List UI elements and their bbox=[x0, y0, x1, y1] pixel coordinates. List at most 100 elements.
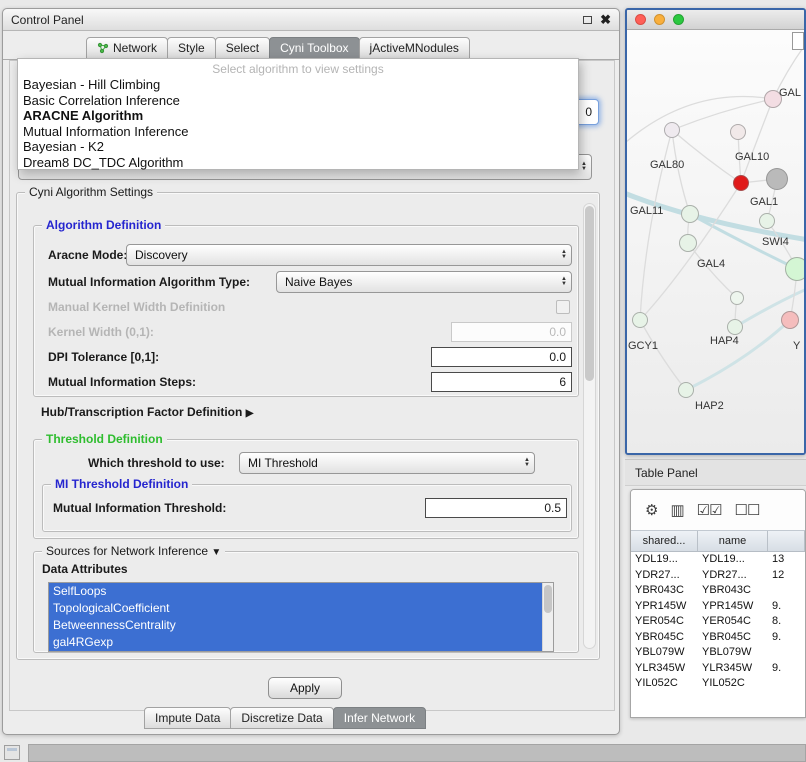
tab-network[interactable]: Network bbox=[86, 37, 168, 59]
network-edge bbox=[640, 320, 686, 390]
apply-button[interactable]: Apply bbox=[268, 677, 342, 699]
tab-cyni-toolbox[interactable]: Cyni Toolbox bbox=[269, 37, 359, 59]
algorithm-dropdown-list: Bayesian - Hill ClimbingBasic Correlatio… bbox=[18, 77, 578, 170]
window-close-button[interactable]: ✖ bbox=[600, 15, 611, 25]
tab-impute-data-label: Impute Data bbox=[155, 708, 220, 728]
table-cell: YER054C bbox=[631, 614, 698, 630]
algorithm-option[interactable]: Bayesian - K2 bbox=[18, 139, 578, 155]
network-node[interactable] bbox=[664, 122, 680, 138]
table-cell: YDL19... bbox=[698, 552, 768, 568]
tab-jactivemnodules-label: jActiveMNodules bbox=[370, 38, 459, 58]
table-row[interactable]: YPR145WYPR145W9. bbox=[631, 599, 805, 615]
attributes-scrollbar-thumb[interactable] bbox=[544, 585, 552, 613]
network-node[interactable] bbox=[679, 234, 697, 252]
network-window-titlebar bbox=[627, 10, 804, 30]
network-node[interactable] bbox=[759, 213, 775, 229]
tab-jactivemnodules[interactable]: jActiveMNodules bbox=[359, 37, 470, 59]
network-node[interactable] bbox=[678, 382, 694, 398]
table-toolbar: ⚙ ▥ ☑☑ ☐☐ bbox=[631, 490, 805, 530]
attributes-scrollbar[interactable] bbox=[542, 583, 553, 651]
mi-threshold-field[interactable]: 0.5 bbox=[425, 498, 567, 518]
table-panel-window: ⚙ ▥ ☑☑ ☐☐ shared... name YDL19...YDL19...13… bbox=[630, 489, 806, 718]
algorithm-option[interactable]: ARACNE Algorithm bbox=[18, 108, 578, 124]
column-header-name[interactable]: name bbox=[698, 531, 768, 551]
manual-kernel-checkbox[interactable] bbox=[556, 300, 570, 314]
network-node[interactable] bbox=[727, 319, 743, 335]
mi-steps-field[interactable]: 6 bbox=[431, 372, 572, 392]
network-node-label: HAP4 bbox=[710, 335, 739, 347]
table-cell bbox=[768, 583, 805, 599]
table-row[interactable]: YBR045CYBR045C9. bbox=[631, 630, 805, 646]
table-cell: YPR145W bbox=[631, 599, 698, 615]
column-header-shared[interactable]: shared... bbox=[631, 531, 698, 551]
network-node[interactable] bbox=[632, 312, 648, 328]
network-node[interactable] bbox=[766, 168, 788, 190]
table-row[interactable]: YIL052CYIL052C bbox=[631, 676, 805, 692]
data-attribute-item[interactable]: TopologicalCoefficient bbox=[49, 600, 542, 617]
algorithm-option[interactable]: Dream8 DC_TDC Algorithm bbox=[18, 155, 578, 171]
network-node-label: GAL80 bbox=[650, 159, 684, 171]
table-cell: 9. bbox=[768, 599, 805, 615]
settings-scrollbar[interactable] bbox=[583, 203, 596, 649]
table-row[interactable]: YBL079WYBL079W bbox=[631, 645, 805, 661]
table-row[interactable]: YDR27...YDR27...12 bbox=[631, 568, 805, 584]
algorithm-option[interactable]: Mutual Information Inference bbox=[18, 124, 578, 140]
table-cell: 12 bbox=[768, 568, 805, 584]
window-title: Control Panel bbox=[11, 13, 84, 27]
which-threshold-combo[interactable]: MI Threshold ▲▼ bbox=[239, 452, 535, 474]
column-header-extra[interactable] bbox=[768, 531, 805, 551]
table-row[interactable]: YDL19...YDL19...13 bbox=[631, 552, 805, 568]
mac-close-button[interactable] bbox=[635, 14, 646, 25]
table-cell: 13 bbox=[768, 552, 805, 568]
tab-impute-data[interactable]: Impute Data bbox=[144, 707, 231, 729]
mi-algo-type-combo[interactable]: Naive Bayes ▲▼ bbox=[276, 271, 572, 293]
table-row[interactable]: YLR345WYLR345W9. bbox=[631, 661, 805, 677]
gear-icon[interactable]: ⚙ bbox=[645, 501, 657, 519]
control-panel-window: Control Panel ✖ Network Style Select Cyn… bbox=[2, 8, 620, 735]
aracne-mode-combo[interactable]: Discovery ▲▼ bbox=[126, 244, 572, 266]
table-row[interactable]: YBR043CYBR043C bbox=[631, 583, 805, 599]
tab-select[interactable]: Select bbox=[215, 37, 270, 59]
mi-steps-label: Mutual Information Steps: bbox=[48, 371, 196, 393]
tab-discretize-data[interactable]: Discretize Data bbox=[230, 707, 333, 729]
table-cell: YLR345W bbox=[631, 661, 698, 677]
cyni-algorithm-settings-group: Cyni Algorithm Settings Algorithm Defini… bbox=[16, 192, 600, 660]
network-node-label: GAL10 bbox=[735, 151, 769, 163]
mac-zoom-button[interactable] bbox=[673, 14, 684, 25]
data-attribute-item[interactable]: gal4RGexp bbox=[49, 634, 542, 651]
hub-section-toggle[interactable]: Hub/Transcription Factor Definition ▶ bbox=[41, 401, 253, 423]
deselect-all-icon[interactable]: ☐☐ bbox=[735, 501, 760, 519]
combo-stepper-icon: ▲▼ bbox=[555, 277, 567, 287]
network-node[interactable] bbox=[785, 257, 804, 281]
settings-scrollbar-thumb[interactable] bbox=[585, 206, 594, 381]
window-restore-button[interactable] bbox=[583, 16, 592, 24]
mac-minimize-button[interactable] bbox=[654, 14, 665, 25]
table-header-row: shared... name bbox=[631, 530, 805, 552]
network-node[interactable] bbox=[781, 311, 799, 329]
network-node[interactable] bbox=[681, 205, 699, 223]
algorithm-option[interactable]: Basic Correlation Inference bbox=[18, 93, 578, 109]
network-node-label: Y bbox=[793, 340, 800, 352]
network-node[interactable] bbox=[730, 124, 746, 140]
sources-section-toggle[interactable]: Sources for Network Inference ▼ bbox=[42, 544, 225, 558]
tab-infer-network-label: Infer Network bbox=[344, 708, 415, 728]
columns-icon[interactable]: ▥ bbox=[670, 501, 683, 519]
tab-style[interactable]: Style bbox=[167, 37, 216, 59]
table-row[interactable]: YER054CYER054C8. bbox=[631, 614, 805, 630]
combo-stepper-icon: ▲▼ bbox=[555, 250, 567, 260]
data-attribute-item[interactable]: BetweennessCentrality bbox=[49, 617, 542, 634]
network-canvas[interactable]: GALGAL80GAL10GAL11GAL1SWI4GAL4GCY1HAP4YH… bbox=[627, 30, 804, 453]
algorithm-option[interactable]: Bayesian - Hill Climbing bbox=[18, 77, 578, 93]
select-all-icon[interactable]: ☑☑ bbox=[697, 501, 722, 519]
kernel-width-field[interactable]: 0.0 bbox=[451, 322, 572, 342]
dpi-tolerance-field[interactable]: 0.0 bbox=[431, 347, 572, 367]
network-node[interactable] bbox=[733, 175, 749, 191]
network-node[interactable] bbox=[730, 291, 744, 305]
tab-infer-network[interactable]: Infer Network bbox=[333, 707, 426, 729]
threshold-definition-group: Threshold Definition Which threshold to … bbox=[33, 439, 579, 539]
tab-discretize-data-label: Discretize Data bbox=[241, 708, 322, 728]
panel-toggle-icon[interactable] bbox=[4, 745, 20, 760]
table-panel-titlebar: Table Panel bbox=[625, 459, 806, 486]
data-attribute-item[interactable]: SelfLoops bbox=[49, 583, 542, 600]
data-attributes-list[interactable]: SelfLoopsTopologicalCoefficientBetweenne… bbox=[48, 582, 554, 652]
